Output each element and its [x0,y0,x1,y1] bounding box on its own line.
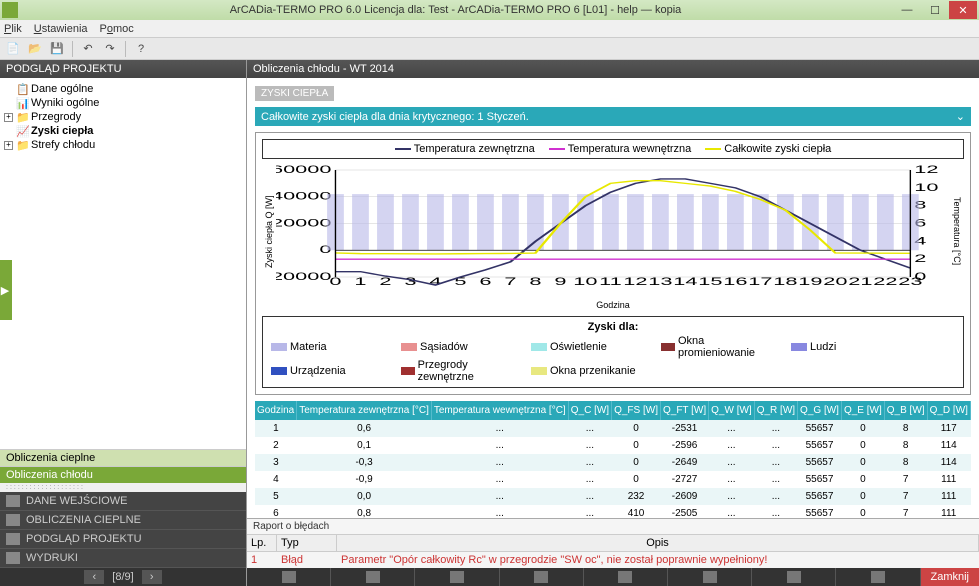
calc-cieplne-button[interactable]: Obliczenia cieplne [0,449,246,466]
error-row[interactable]: 1 Błąd Parametr "Opór całkowity Rc" w pr… [247,552,979,568]
status-seg-2[interactable] [331,568,415,586]
svg-text:10: 10 [914,181,938,194]
y-axis-right-label: Temperatura [°C] [950,165,964,298]
status-icon-6 [703,571,717,583]
status-seg-8[interactable] [836,568,920,586]
status-icon-1 [282,571,296,583]
maximize-button[interactable]: ☐ [921,1,949,19]
svg-text:7: 7 [504,275,516,288]
status-seg-3[interactable] [415,568,499,586]
svg-text:12: 12 [914,165,938,176]
collapse-icon[interactable]: ⌄ [956,110,965,123]
nav-dane-wejsciowe[interactable]: DANE WEJŚCIOWE [0,492,246,511]
section-tag-zyski: ZYSKI CIEPŁA [255,86,334,101]
status-seg-4[interactable] [500,568,584,586]
pager-prev-button[interactable]: ‹ [84,570,104,584]
tree-item-przegrody[interactable]: +📁Przegrody [4,110,242,124]
tree-item-zyski-ciepla[interactable]: 📈Zyski ciepła [4,124,242,138]
status-icon-5 [618,571,632,583]
menu-plik[interactable]: Plik [4,23,22,35]
menu-pomoc[interactable]: Pomoc [100,23,134,35]
error-report: Raport o błędach Lp. Typ Opis 1 Błąd Par… [247,518,979,568]
chart-container: Temperatura zewnętrzna Temperatura wewnę… [255,132,971,395]
svg-text:17: 17 [748,275,772,288]
svg-text:22: 22 [873,275,897,288]
table-row[interactable]: 60,8......410-2505......5565707111 [255,505,971,518]
section-bar: Całkowite zyski ciepła dla dnia krytyczn… [255,107,971,126]
svg-text:6: 6 [479,275,491,288]
svg-text:9: 9 [554,275,566,288]
tree-item-wyniki-ogolne[interactable]: 📊Wyniki ogólne [4,96,242,110]
svg-text:15: 15 [698,275,722,288]
chart-legend-bottom: Zyski dla: Materia Sąsiadów Oświetlenie … [262,316,964,388]
menu-ustawienia[interactable]: Ustawienia [34,23,88,35]
y-axis-left-label: Zyski ciepła Q [W] [262,165,276,298]
status-icon-7 [787,571,801,583]
table-row[interactable]: 10,6......0-2531......5565708117 [255,420,971,437]
calc-icon [6,514,20,526]
svg-text:18: 18 [773,275,797,288]
svg-text:20000: 20000 [276,216,332,229]
undo-icon[interactable]: ↶ [79,40,97,58]
svg-text:13: 13 [648,275,672,288]
status-icon-2 [366,571,380,583]
status-seg-1[interactable] [247,568,331,586]
app-logo [2,2,18,18]
nav-podglad-projektu[interactable]: PODGLĄD PROJEKTU [0,530,246,549]
svg-text:10: 10 [573,275,597,288]
calc-chlodu-button[interactable]: Obliczenia chłodu [0,466,246,483]
heat-gains-table: GodzinaTemperatura zewnętrzna [°C]Temper… [255,401,971,518]
tree-item-dane-ogolne[interactable]: 📋Dane ogólne [4,82,242,96]
status-icon-8 [871,571,885,583]
pager-label: [8/9] [112,571,133,583]
svg-text:40000: 40000 [276,190,332,203]
new-icon[interactable]: 📄 [4,40,22,58]
status-icon-3 [450,571,464,583]
chart-plot: -200000200004000060000024681012012345678… [276,165,950,298]
error-report-title: Raport o błędach [247,519,979,535]
content-header: Obliczenia chłodu - WT 2014 [247,60,979,78]
svg-text:11: 11 [599,275,622,288]
calc-more[interactable]: :::::::::::::::::::: [0,483,246,492]
svg-text:1: 1 [354,275,366,288]
status-seg-7[interactable] [752,568,836,586]
save-icon[interactable]: 💾 [48,40,66,58]
status-icon-4 [534,571,548,583]
svg-text:-20000: -20000 [276,270,332,283]
svg-text:60000: 60000 [276,165,332,176]
input-icon [6,495,20,507]
side-tab-expand[interactable]: ▶ [0,260,12,320]
open-icon[interactable]: 📂 [26,40,44,58]
svg-text:8: 8 [529,275,541,288]
svg-text:19: 19 [798,275,822,288]
table-row[interactable]: 4-0,9......0-2727......5565707111 [255,471,971,488]
pager-next-button[interactable]: › [142,570,162,584]
close-button[interactable]: ✕ [949,1,977,19]
tree-item-strefy-chlodu[interactable]: +📁Strefy chłodu [4,138,242,152]
redo-icon[interactable]: ↷ [101,40,119,58]
status-seg-5[interactable] [584,568,668,586]
svg-text:12: 12 [623,275,647,288]
project-tree[interactable]: 📋Dane ogólne 📊Wyniki ogólne +📁Przegrody … [0,78,246,449]
svg-text:20: 20 [823,275,847,288]
print-icon [6,552,20,564]
svg-text:16: 16 [723,275,747,288]
svg-text:14: 14 [673,275,698,288]
preview-icon [6,533,20,545]
x-axis-label: Godzina [262,300,964,310]
nav-obliczenia-cieplne[interactable]: OBLICZENIA CIEPLNE [0,511,246,530]
minimize-button[interactable]: — [893,1,921,19]
table-row[interactable]: 3-0,3......0-2649......5565708114 [255,454,971,471]
left-pane-header: PODGLĄD PROJEKTU [0,60,246,78]
svg-text:21: 21 [848,275,872,288]
nav-wydruki[interactable]: WYDRUKI [0,549,246,568]
help-icon[interactable]: ? [132,40,150,58]
window-title: ArCADia-TERMO PRO 6.0 Licencja dla: Test… [18,4,893,16]
status-seg-6[interactable] [668,568,752,586]
table-row[interactable]: 50,0......232-2609......5565707111 [255,488,971,505]
svg-text:2: 2 [914,252,926,265]
chart-legend-top: Temperatura zewnętrzna Temperatura wewnę… [262,139,964,159]
zamknij-button[interactable]: Zamknij [921,568,979,586]
table-row[interactable]: 20,1......0-2596......5565708114 [255,437,971,454]
